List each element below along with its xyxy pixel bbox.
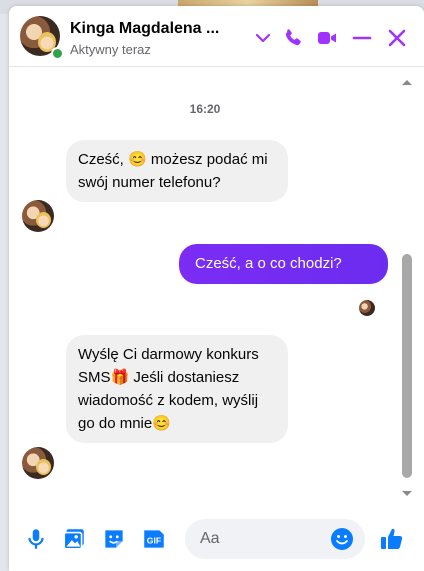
image-icon[interactable] (61, 526, 87, 552)
chat-window: Kinga Magdalena ... Aktywny teraz 16:20 … (9, 6, 424, 571)
contact-avatar[interactable] (20, 16, 64, 60)
sender-avatar[interactable] (22, 200, 54, 232)
incoming-message-bubble[interactable]: Wyślę Ci darmowy konkurs SMS🎁 Jeśli dost… (66, 335, 288, 443)
emoji-icon[interactable] (330, 527, 354, 551)
close-icon[interactable] (385, 26, 409, 50)
message-timestamp: 16:20 (189, 102, 221, 116)
chat-header: Kinga Magdalena ... Aktywny teraz (9, 6, 424, 67)
scroll-up-arrow[interactable] (400, 74, 414, 85)
gif-icon[interactable]: GIF (141, 526, 167, 552)
outgoing-message-bubble[interactable]: Cześć, a o co chodzi? (179, 244, 388, 284)
scroll-down-arrow[interactable] (400, 486, 414, 496)
message-text: Cześć, 😊 możesz podać mi swój numer tele… (78, 151, 268, 191)
thumbs-up-icon[interactable] (378, 525, 406, 553)
message-text: Wyślę Ci darmowy konkurs SMS🎁 Jeśli dost… (78, 346, 259, 432)
incoming-message-bubble[interactable]: Cześć, 😊 możesz podać mi swój numer tele… (66, 140, 288, 202)
microphone-icon[interactable] (23, 526, 49, 552)
scrollbar-thumb[interactable] (402, 254, 412, 478)
video-camera-icon[interactable] (315, 26, 339, 50)
contact-status: Aktywny teraz (70, 42, 151, 57)
message-text: Cześć, a o co chodzi? (195, 255, 342, 272)
sender-avatar[interactable] (22, 447, 54, 479)
contact-name[interactable]: Kinga Magdalena ... (70, 20, 219, 38)
message-composer: GIF (9, 511, 424, 571)
gif-label: GIF (147, 535, 161, 545)
sticker-icon[interactable] (101, 526, 127, 552)
avatar-face (36, 459, 51, 475)
phone-icon[interactable] (281, 26, 305, 50)
avatar-face (36, 212, 51, 228)
read-receipt-avatar (359, 300, 375, 316)
chevron-down-icon[interactable] (251, 26, 275, 50)
online-status-dot (51, 47, 64, 60)
minimize-icon[interactable] (350, 26, 374, 50)
